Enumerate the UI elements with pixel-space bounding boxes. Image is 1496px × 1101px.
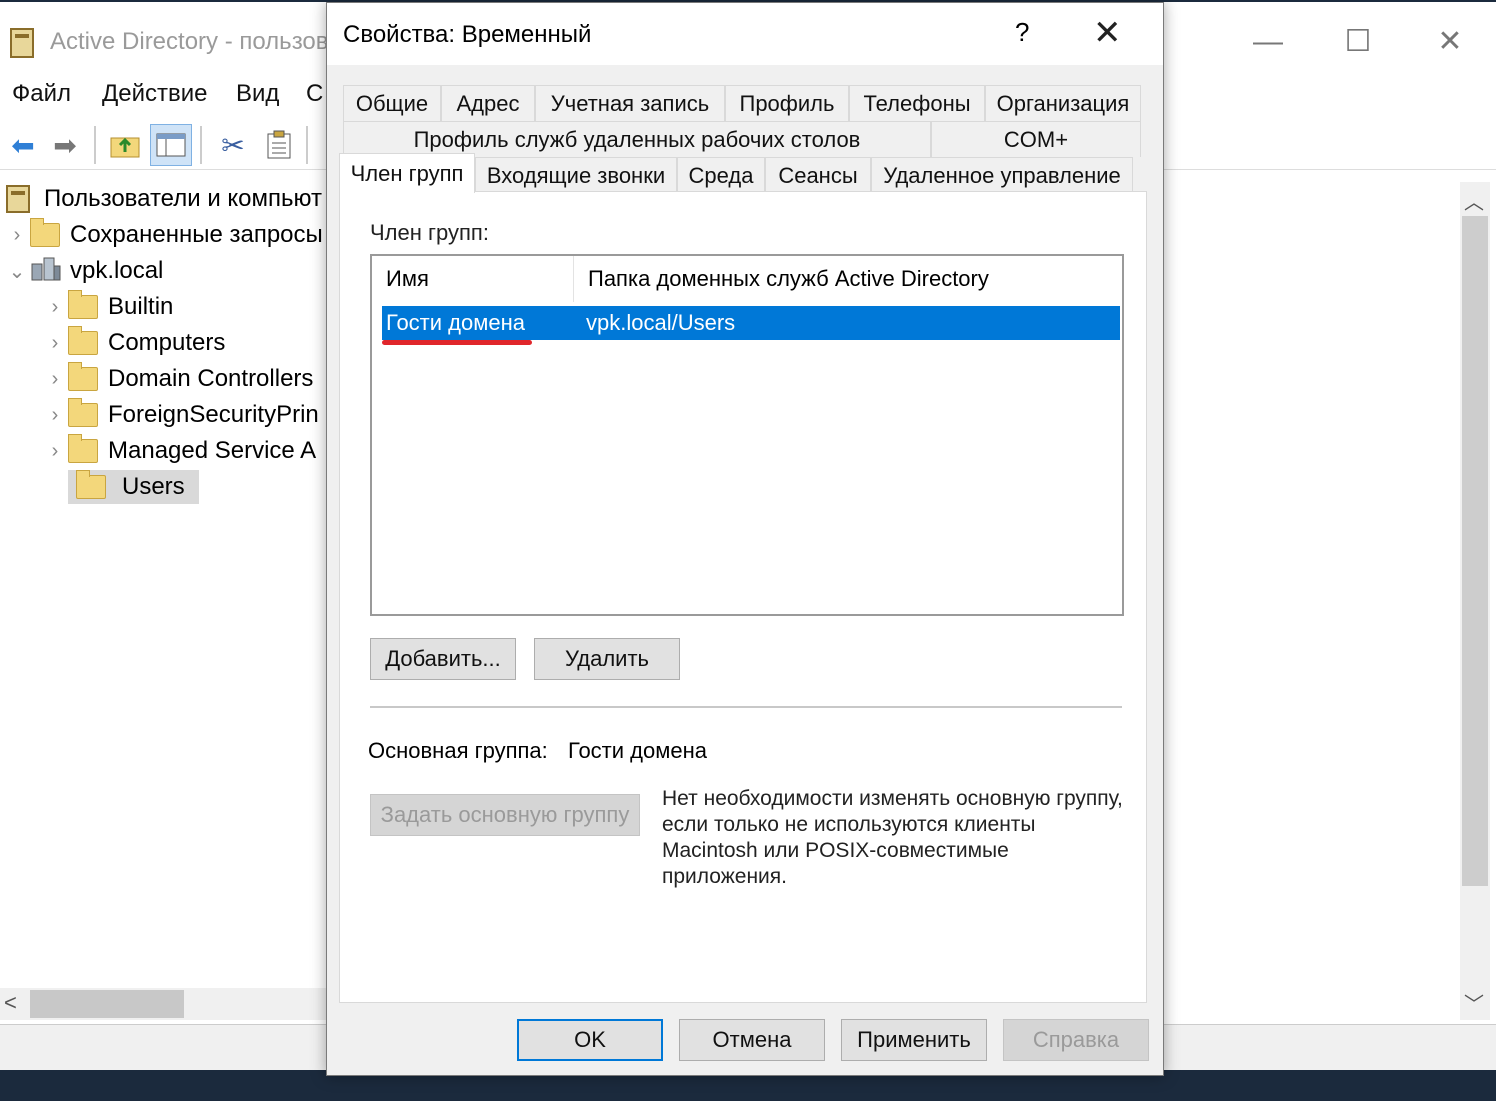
toolbar-separator (306, 126, 308, 164)
member-of-label: Член групп: (370, 220, 489, 245)
list-item[interactable]: Гости домена vpk.local/Users (382, 306, 1120, 340)
tab-general[interactable]: Общие (343, 85, 441, 121)
column-header-name[interactable]: Имя (372, 256, 574, 302)
close-window-button[interactable]: ✕ (1420, 20, 1480, 64)
tree-item-domain-controllers[interactable]: › Domain Controllers (42, 362, 313, 396)
chevron-right-icon[interactable]: › (42, 332, 68, 355)
tree-item-foreign-security-principals[interactable]: › ForeignSecurityPrin (42, 398, 319, 432)
tree-item-users[interactable]: Users (68, 470, 199, 504)
menu-help[interactable]: С (306, 80, 323, 108)
close-icon[interactable]: ✕ (1093, 13, 1122, 53)
help-button[interactable]: Справка (1003, 1019, 1149, 1061)
scroll-up-icon[interactable]: ︿ (1464, 186, 1484, 215)
tab-row-1: Общие Адрес Учетная запись Профиль Телеф… (343, 85, 1141, 121)
tree-item-managed-service-accounts[interactable]: › Managed Service A (42, 434, 316, 468)
tab-row-3: Член групп Входящие звонки Среда Сеансы … (339, 153, 1133, 193)
menu-action[interactable]: Действие (102, 80, 208, 108)
primary-group-hint: Нет необходимости изменять основную груп… (662, 787, 1123, 888)
cancel-button[interactable]: Отмена (679, 1019, 825, 1061)
menu-file[interactable]: Файл (12, 80, 71, 108)
tree-root[interactable]: Пользователи и компьют (6, 182, 322, 216)
scroll-thumb[interactable] (30, 990, 184, 1018)
console-tree: Пользователи и компьют › Сохраненные зап… (0, 174, 330, 1024)
tab-rds-profile[interactable]: Профиль служб удаленных рабочих столов (343, 121, 931, 157)
annotation-underline (382, 340, 532, 345)
folder-icon (68, 290, 98, 319)
tab-com-plus[interactable]: COM+ (931, 121, 1141, 157)
list-header: Имя Папка доменных служб Active Director… (372, 256, 1120, 302)
active-directory-app-icon (10, 28, 34, 58)
tree-item-builtin[interactable]: › Builtin (42, 290, 173, 324)
ok-button[interactable]: OK (517, 1019, 663, 1061)
set-primary-group-button[interactable]: Задать основную группу (370, 794, 640, 836)
toolbar-separator (94, 126, 96, 164)
chevron-right-icon[interactable]: › (42, 368, 68, 391)
main-window-title: Active Directory - пользов (50, 28, 329, 55)
show-console-tree-icon[interactable] (150, 124, 192, 166)
properties-dialog: Свойства: Временный ? ✕ Общие Адрес Учет… (326, 2, 1164, 1076)
horizontal-scrollbar[interactable]: < (0, 988, 330, 1020)
chevron-right-icon[interactable]: › (42, 404, 68, 427)
column-header-folder[interactable]: Папка доменных служб Active Directory (574, 256, 1120, 302)
folder-icon (68, 326, 98, 355)
dialog-titlebar: Свойства: Временный ? ✕ (327, 3, 1163, 65)
domain-icon (30, 254, 62, 289)
scroll-thumb[interactable] (1462, 216, 1488, 886)
apply-button[interactable]: Применить (841, 1019, 987, 1061)
tab-sessions[interactable]: Сеансы (765, 157, 871, 193)
group-name-cell: Гости домена (386, 310, 525, 335)
chevron-right-icon[interactable]: › (42, 296, 68, 319)
minimize-button[interactable]: — (1238, 20, 1298, 64)
folder-icon (30, 218, 60, 247)
help-icon[interactable]: ? (1015, 17, 1029, 48)
back-arrow-icon[interactable]: ⬅ (2, 124, 44, 166)
remove-button[interactable]: Удалить (534, 638, 680, 680)
chevron-down-icon[interactable]: ⌄ (4, 259, 30, 284)
tab-organization[interactable]: Организация (985, 85, 1141, 121)
copy-icon[interactable] (258, 124, 300, 166)
ou-folder-icon (68, 362, 98, 391)
primary-group-label: Основная группа: (368, 738, 548, 763)
groups-listview[interactable]: Имя Папка доменных служб Active Director… (370, 254, 1124, 616)
tab-account[interactable]: Учетная запись (535, 85, 725, 121)
folder-icon (76, 470, 106, 499)
tab-dial-in[interactable]: Входящие звонки (475, 157, 677, 193)
details-pane (1160, 174, 1460, 1024)
tab-environment[interactable]: Среда (677, 157, 765, 193)
forward-arrow-icon[interactable]: ➡ (44, 124, 86, 166)
scroll-left-icon[interactable]: < (4, 990, 17, 1016)
tab-member-of[interactable]: Член групп (339, 153, 475, 193)
primary-group-value: Гости домена (568, 738, 707, 763)
maximize-button[interactable]: ☐ (1328, 20, 1388, 64)
tree-item-computers[interactable]: › Computers (42, 326, 225, 360)
tab-address[interactable]: Адрес (441, 85, 535, 121)
menu-view[interactable]: Вид (236, 80, 279, 108)
vertical-scrollbar[interactable]: ︿ ﹀ (1460, 182, 1490, 1020)
add-button[interactable]: Добавить... (370, 638, 516, 680)
toolbar-separator (200, 126, 202, 164)
up-folder-icon[interactable] (104, 124, 146, 166)
chevron-right-icon[interactable]: › (42, 440, 68, 463)
tab-row-2: Профиль служб удаленных рабочих столов C… (343, 121, 1141, 157)
scroll-down-icon[interactable]: ﹀ (1464, 988, 1484, 1017)
folder-icon (68, 398, 98, 427)
tab-profile[interactable]: Профиль (725, 85, 849, 121)
group-folder-cell: vpk.local/Users (586, 310, 736, 335)
folder-icon (68, 434, 98, 463)
chevron-right-icon[interactable]: › (4, 224, 30, 247)
section-divider (370, 706, 1122, 708)
tree-item-saved-queries[interactable]: › Сохраненные запросы (4, 218, 323, 252)
tab-remote-control[interactable]: Удаленное управление (871, 157, 1133, 193)
dialog-title: Свойства: Временный (343, 21, 592, 48)
member-of-panel: Член групп: Имя Папка доменных служб Act… (339, 191, 1147, 1003)
cut-icon[interactable]: ✂ (212, 124, 254, 166)
aduc-icon (6, 185, 30, 213)
tree-item-domain[interactable]: ⌄ vpk.local (4, 254, 163, 288)
tab-telephones[interactable]: Телефоны (849, 85, 985, 121)
